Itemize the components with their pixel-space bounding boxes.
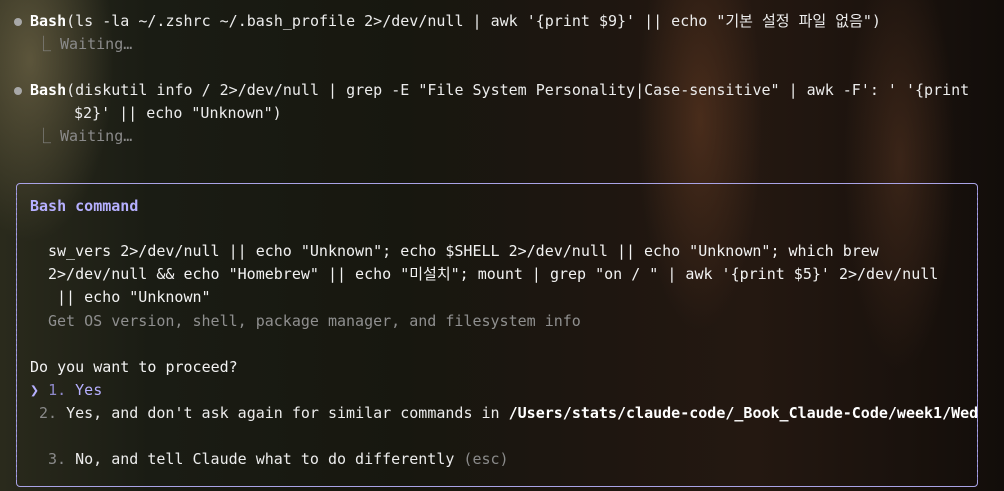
tree-corner-icon: ⎿ xyxy=(36,35,61,53)
command-description: Get OS version, shell, package manager, … xyxy=(48,312,581,330)
bullet-dot-icon xyxy=(14,18,22,26)
command-line: sw_vers 2>/dev/null || echo "Unknown"; e… xyxy=(48,242,879,260)
permission-dialog: Bash command sw_vers 2>/dev/null || echo… xyxy=(16,183,978,487)
bullet-dot-icon xyxy=(14,87,22,95)
option-number: 3. xyxy=(48,450,67,468)
dialog-border-right xyxy=(977,190,978,480)
tool-call-1: Bash(ls -la ~/.zshrc ~/.bash_profile 2>/… xyxy=(14,10,881,56)
option-number: 1. xyxy=(48,381,67,399)
esc-hint: (esc) xyxy=(463,450,509,468)
terminal-window: Bash(ls -la ~/.zshrc ~/.bash_profile 2>/… xyxy=(0,0,1004,491)
dialog-title: Bash command xyxy=(30,197,139,215)
option-path: /Users/stats/claude-code/_Book_Claude-Co… xyxy=(508,404,979,422)
tool-call-2: Bash(diskutil info / 2>/dev/null | grep … xyxy=(14,79,969,148)
option-label: Yes, and don't ask again for similar com… xyxy=(66,404,509,422)
dialog-border-left xyxy=(16,190,17,480)
command-text: (ls -la ~/.zshrc ~/.bash_profile 2>/dev/… xyxy=(66,12,881,30)
command-preview: sw_vers 2>/dev/null || echo "Unknown"; e… xyxy=(48,240,938,309)
option-no[interactable]: 3. No, and tell Claude what to do differ… xyxy=(48,448,509,471)
tool-call-status: ⎿ Waiting… xyxy=(36,33,881,56)
tool-call-command: Bash(ls -la ~/.zshrc ~/.bash_profile 2>/… xyxy=(30,10,881,33)
option-label: Yes xyxy=(75,381,103,399)
chevron-right-icon: ❯ xyxy=(30,381,40,399)
tree-corner-icon: ⎿ xyxy=(36,127,61,145)
command-continuation: $2}' || echo "Unknown") xyxy=(74,104,282,122)
proceed-question: Do you want to proceed? xyxy=(30,358,238,376)
tool-name: Bash xyxy=(30,12,67,30)
option-label: No, and tell Claude what to do different… xyxy=(75,450,455,468)
option-number: 2. xyxy=(39,404,58,422)
option-yes[interactable]: ❯ 1. Yes xyxy=(30,379,102,402)
tool-call-command: Bash(diskutil info / 2>/dev/null | grep … xyxy=(30,79,969,102)
command-line: || echo "Unknown" xyxy=(48,288,211,306)
status-text: Waiting… xyxy=(60,35,133,53)
command-line: 2>/dev/null && echo "Homebrew" || echo "… xyxy=(48,265,939,283)
command-text: (diskutil info / 2>/dev/null | grep -E "… xyxy=(66,81,970,99)
option-yes-dont-ask-again[interactable]: 2. Yes, and don't ask again for similar … xyxy=(39,402,978,425)
tool-call-status: ⎿ Waiting… xyxy=(36,125,969,148)
tool-name: Bash xyxy=(30,81,67,99)
status-text: Waiting… xyxy=(60,127,133,145)
